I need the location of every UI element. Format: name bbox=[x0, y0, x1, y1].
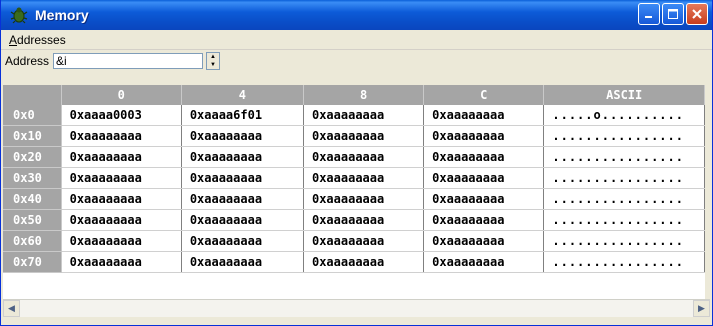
memory-cell[interactable]: 0xaaaaaaaa bbox=[303, 146, 425, 168]
table-row: 0x50 0xaaaaaaaa 0xaaaaaaaa 0xaaaaaaaa 0x… bbox=[3, 209, 705, 231]
minimize-icon bbox=[645, 16, 652, 18]
table-row: 0x70 0xaaaaaaaa 0xaaaaaaaa 0xaaaaaaaa 0x… bbox=[3, 251, 705, 273]
header-corner bbox=[3, 85, 62, 105]
memory-cell[interactable]: 0xaaaaaaaa bbox=[181, 167, 304, 189]
memory-cell[interactable]: 0xaaaaaaaa bbox=[303, 251, 425, 273]
ascii-cell[interactable]: ................ bbox=[543, 167, 705, 189]
row-address: 0x50 bbox=[3, 209, 62, 231]
minimize-button[interactable] bbox=[638, 3, 660, 25]
row-address: 0x0 bbox=[3, 105, 62, 126]
memory-cell[interactable]: 0xaaaaaaaa bbox=[61, 209, 182, 231]
spin-up-icon[interactable]: ▲ bbox=[207, 53, 219, 61]
ascii-cell[interactable]: ................ bbox=[543, 209, 705, 231]
address-label: Address bbox=[5, 54, 50, 68]
memory-window: Memory Addresses Address ▲ ▼ bbox=[0, 0, 713, 326]
menu-bar: Addresses bbox=[1, 30, 712, 50]
menu-label-rest: ddresses bbox=[17, 32, 66, 47]
table-row: 0x30 0xaaaaaaaa 0xaaaaaaaa 0xaaaaaaaa 0x… bbox=[3, 167, 705, 189]
memory-cell[interactable]: 0xaaaaaaaa bbox=[303, 167, 425, 189]
memory-cell[interactable]: 0xaaaaaaaa bbox=[423, 125, 545, 147]
memory-cell[interactable]: 0xaaaaaaaa bbox=[61, 125, 182, 147]
memory-cell[interactable]: 0xaaaaaaaa bbox=[181, 125, 304, 147]
address-spinner[interactable]: ▲ ▼ bbox=[206, 52, 221, 70]
memory-grid[interactable]: 0 4 8 C ASCII 0x0 0xaaaa0003 0xaaaa6f01 … bbox=[3, 85, 705, 300]
memory-cell[interactable]: 0xaaaaaaaa bbox=[423, 230, 545, 252]
header-row: 0 4 8 C ASCII bbox=[3, 85, 705, 105]
ascii-cell[interactable]: ................ bbox=[543, 251, 705, 273]
memory-cell[interactable]: 0xaaaaaaaa bbox=[303, 230, 425, 252]
table-row: 0x20 0xaaaaaaaa 0xaaaaaaaa 0xaaaaaaaa 0x… bbox=[3, 146, 705, 168]
memory-cell[interactable]: 0xaaaaaaaa bbox=[303, 209, 425, 231]
maximize-button[interactable] bbox=[662, 3, 684, 25]
title-bar[interactable]: Memory bbox=[1, 0, 712, 30]
scroll-left-icon[interactable]: ◀ bbox=[3, 300, 20, 317]
memory-cell[interactable]: 0xaaaaaaaa bbox=[61, 188, 182, 210]
table-row: 0x0 0xaaaa0003 0xaaaa6f01 0xaaaaaaaa 0xa… bbox=[3, 105, 705, 126]
memory-cell[interactable]: 0xaaaaaaaa bbox=[303, 105, 425, 126]
row-address: 0x10 bbox=[3, 125, 62, 147]
close-button[interactable] bbox=[686, 3, 708, 25]
row-address: 0x20 bbox=[3, 146, 62, 168]
scroll-right-icon[interactable]: ▶ bbox=[693, 300, 710, 317]
memory-cell[interactable]: 0xaaaaaaaa bbox=[181, 146, 304, 168]
row-address: 0x70 bbox=[3, 251, 62, 273]
window-title: Memory bbox=[35, 7, 89, 23]
row-address: 0x40 bbox=[3, 188, 62, 210]
memory-cell[interactable]: 0xaaaa0003 bbox=[61, 105, 182, 126]
row-address: 0x30 bbox=[3, 167, 62, 189]
ascii-cell[interactable]: ................ bbox=[543, 188, 705, 210]
memory-cell[interactable]: 0xaaaaaaaa bbox=[423, 167, 545, 189]
close-icon bbox=[692, 9, 702, 19]
horizontal-scrollbar[interactable]: ◀ ▶ bbox=[3, 299, 710, 317]
memory-cell[interactable]: 0xaaaaaaaa bbox=[303, 125, 425, 147]
ascii-cell[interactable]: .....o.......... bbox=[543, 105, 705, 126]
address-bar: Address ▲ ▼ bbox=[1, 50, 712, 72]
table-row: 0x40 0xaaaaaaaa 0xaaaaaaaa 0xaaaaaaaa 0x… bbox=[3, 188, 705, 210]
maximize-icon bbox=[668, 9, 678, 19]
memory-cell[interactable]: 0xaaaaaaaa bbox=[61, 146, 182, 168]
bug-icon bbox=[9, 5, 29, 25]
memory-cell[interactable]: 0xaaaaaaaa bbox=[303, 188, 425, 210]
window-controls bbox=[638, 3, 708, 25]
header-col-4[interactable]: 4 bbox=[181, 85, 304, 105]
memory-table: 0 4 8 C ASCII 0x0 0xaaaa0003 0xaaaa6f01 … bbox=[3, 85, 705, 273]
menu-addresses[interactable]: Addresses bbox=[5, 33, 70, 47]
address-input[interactable] bbox=[53, 53, 204, 69]
table-row: 0x60 0xaaaaaaaa 0xaaaaaaaa 0xaaaaaaaa 0x… bbox=[3, 230, 705, 252]
memory-cell[interactable]: 0xaaaaaaaa bbox=[181, 230, 304, 252]
header-col-8[interactable]: 8 bbox=[303, 85, 425, 105]
spin-down-icon[interactable]: ▼ bbox=[207, 61, 219, 69]
memory-cell[interactable]: 0xaaaaaaaa bbox=[423, 105, 545, 126]
memory-cell[interactable]: 0xaaaaaaaa bbox=[181, 251, 304, 273]
memory-cell[interactable]: 0xaaaaaaaa bbox=[423, 251, 545, 273]
row-address: 0x60 bbox=[3, 230, 62, 252]
memory-cell[interactable]: 0xaaaaaaaa bbox=[61, 230, 182, 252]
memory-cell[interactable]: 0xaaaaaaaa bbox=[61, 251, 182, 273]
memory-cell[interactable]: 0xaaaaaaaa bbox=[423, 209, 545, 231]
memory-cell[interactable]: 0xaaaaaaaa bbox=[181, 209, 304, 231]
memory-cell[interactable]: 0xaaaa6f01 bbox=[181, 105, 304, 126]
menu-mnemonic: A bbox=[9, 32, 18, 47]
memory-cell[interactable]: 0xaaaaaaaa bbox=[423, 146, 545, 168]
header-col-ascii[interactable]: ASCII bbox=[543, 85, 705, 105]
memory-cell[interactable]: 0xaaaaaaaa bbox=[61, 167, 182, 189]
ascii-cell[interactable]: ................ bbox=[543, 230, 705, 252]
ascii-cell[interactable]: ................ bbox=[543, 125, 705, 147]
memory-cell[interactable]: 0xaaaaaaaa bbox=[181, 188, 304, 210]
header-col-c[interactable]: C bbox=[423, 85, 545, 105]
header-col-0[interactable]: 0 bbox=[61, 85, 182, 105]
ascii-cell[interactable]: ................ bbox=[543, 146, 705, 168]
table-row: 0x10 0xaaaaaaaa 0xaaaaaaaa 0xaaaaaaaa 0x… bbox=[3, 125, 705, 147]
memory-cell[interactable]: 0xaaaaaaaa bbox=[423, 188, 545, 210]
